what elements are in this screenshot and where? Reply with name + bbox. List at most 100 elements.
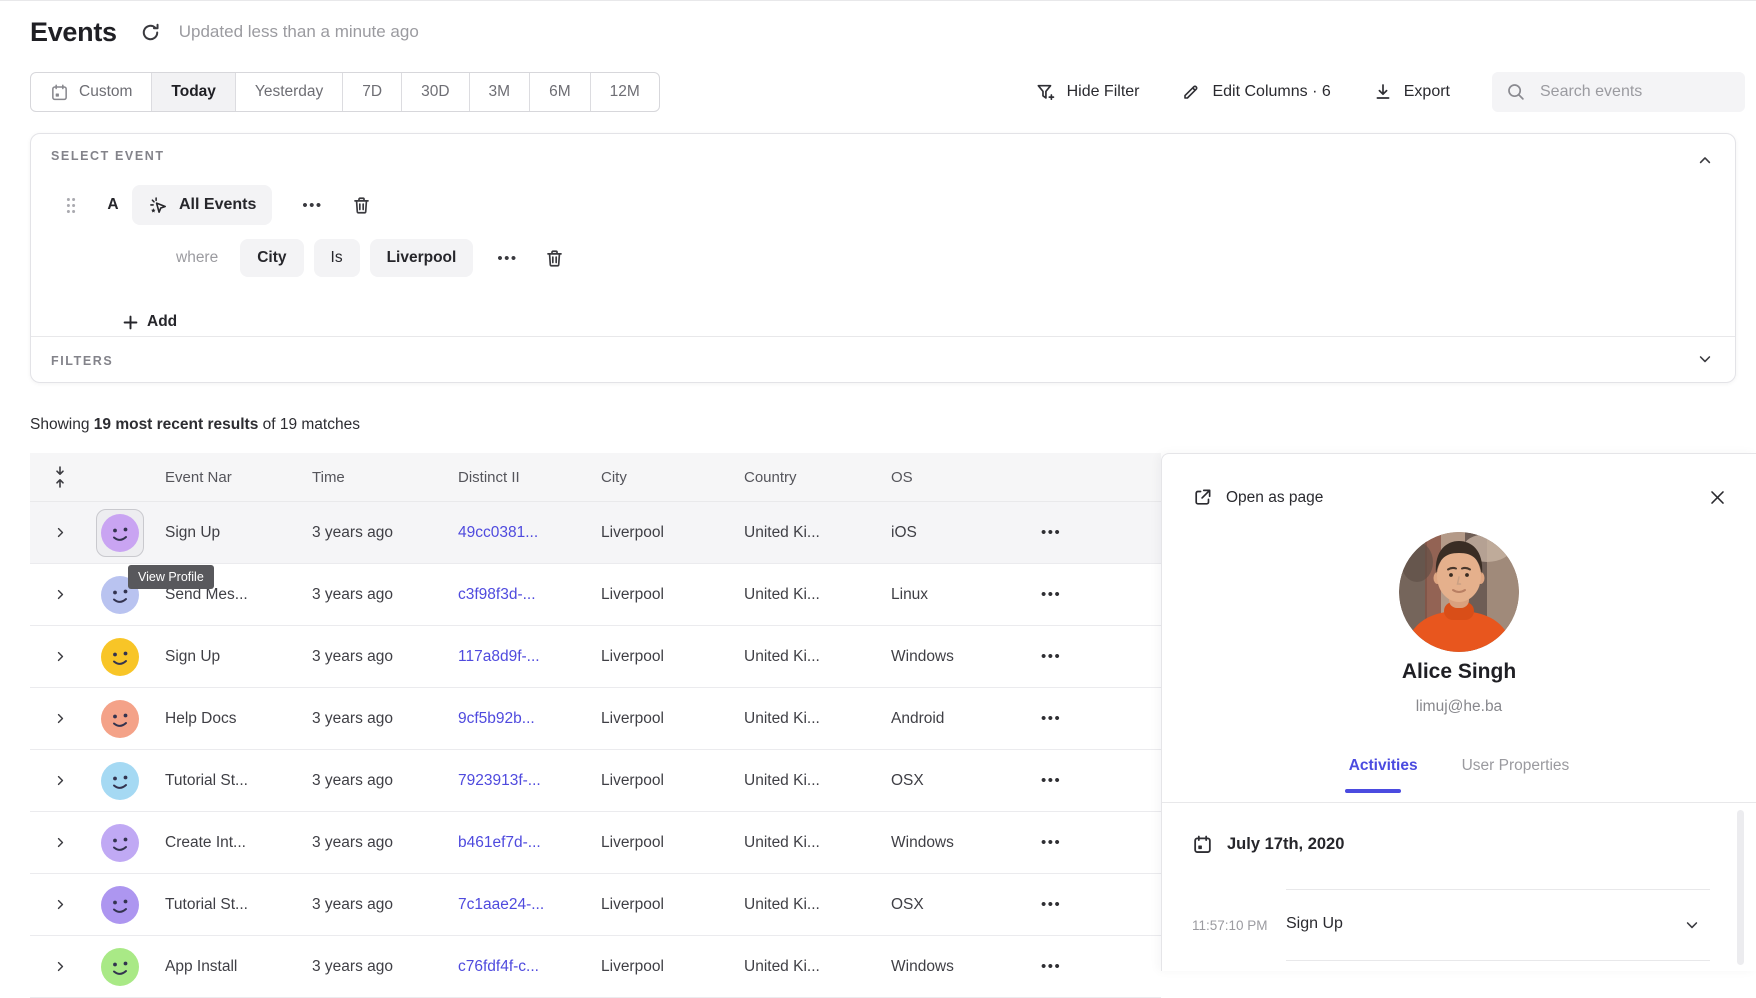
tab-3m[interactable]: 3M: [470, 73, 531, 111]
tab-label: 7D: [362, 83, 382, 101]
chevron-up-icon: [1697, 152, 1713, 168]
view-profile-tooltip: View Profile: [128, 565, 214, 589]
row-actions-button[interactable]: •••: [1026, 772, 1161, 789]
collapse-rows-icon[interactable]: [30, 466, 90, 488]
row-actions-button[interactable]: •••: [1026, 524, 1161, 541]
table-row[interactable]: App Install 3 years ago c76fdf4f-c... Li…: [30, 936, 1161, 998]
close-panel-button[interactable]: [1709, 489, 1726, 506]
distinct-id-link[interactable]: 7923913f-...: [443, 772, 586, 790]
operator-chip[interactable]: Is: [314, 239, 360, 277]
os-value: Windows: [876, 834, 1026, 852]
export-label: Export: [1404, 83, 1450, 101]
date-range-tabs: Custom Today Yesterday 7D 30D 3M 6M 12M: [30, 72, 660, 112]
column-header-os[interactable]: OS: [876, 469, 1026, 486]
value-chip[interactable]: Liverpool: [370, 239, 474, 277]
tab-custom[interactable]: Custom: [31, 73, 152, 111]
panel-tabs: Activities User Properties: [1162, 757, 1756, 775]
tab-7d[interactable]: 7D: [343, 73, 402, 111]
distinct-id-link[interactable]: 9cf5b92b...: [443, 710, 586, 728]
expand-row-icon[interactable]: [54, 712, 67, 725]
expand-row-icon[interactable]: [54, 960, 67, 973]
filters-section-toggle[interactable]: FILTERS: [31, 337, 1735, 382]
row-actions-button[interactable]: •••: [1026, 648, 1161, 665]
expand-row-icon[interactable]: [54, 836, 67, 849]
export-button[interactable]: Export: [1373, 82, 1450, 102]
expand-row-icon[interactable]: [54, 650, 67, 663]
user-avatar[interactable]: [101, 824, 139, 862]
expand-row-icon[interactable]: [54, 588, 67, 601]
column-header-city[interactable]: City: [586, 469, 729, 486]
row-actions-button[interactable]: •••: [1026, 710, 1161, 727]
row-actions-button[interactable]: •••: [1026, 834, 1161, 851]
column-header-distinct-id[interactable]: Distinct II: [443, 469, 586, 486]
tab-label: Custom: [79, 83, 132, 101]
delete-event-button[interactable]: [351, 195, 372, 216]
filter-builder-card: SELECT EVENT A All Events ••• where City…: [30, 133, 1736, 383]
divider: [1162, 802, 1756, 803]
expand-row-icon[interactable]: [54, 526, 67, 539]
distinct-id-link[interactable]: c3f98f3d-...: [443, 586, 586, 604]
activity-event-name[interactable]: Sign Up: [1286, 915, 1343, 933]
external-link-icon: [1192, 487, 1213, 508]
distinct-id-link[interactable]: 7c1aae24-...: [443, 896, 586, 914]
tab-activities[interactable]: Activities: [1349, 757, 1418, 775]
panel-scrollbar[interactable]: [1737, 810, 1744, 965]
tab-12m[interactable]: 12M: [591, 73, 659, 111]
add-button[interactable]: Add: [123, 307, 177, 337]
table-row[interactable]: Tutorial St... 3 years ago 7c1aae24-... …: [30, 874, 1161, 936]
os-value: Linux: [876, 586, 1026, 604]
tab-label: 12M: [610, 83, 640, 101]
country-value: United Ki...: [729, 586, 876, 604]
property-chip[interactable]: City: [240, 239, 303, 277]
table-row[interactable]: Create Int... 3 years ago b461ef7d-... L…: [30, 812, 1161, 874]
where-more-button[interactable]: •••: [497, 251, 517, 266]
tab-6m[interactable]: 6M: [530, 73, 591, 111]
row-actions-button[interactable]: •••: [1026, 958, 1161, 975]
city-value: Liverpool: [586, 772, 729, 790]
row-actions-button[interactable]: •••: [1026, 586, 1161, 603]
expand-row-icon[interactable]: [54, 774, 67, 787]
row-actions-button[interactable]: •••: [1026, 896, 1161, 913]
activity-row[interactable]: 11:57:10 PM Sign Up: [1162, 906, 1756, 946]
drag-handle-icon[interactable]: [66, 197, 76, 214]
search-box[interactable]: [1492, 72, 1745, 112]
open-as-page-button[interactable]: Open as page: [1192, 487, 1323, 508]
user-avatar[interactable]: [101, 948, 139, 986]
trash-icon: [351, 195, 372, 216]
city-value: Liverpool: [586, 958, 729, 976]
user-avatar[interactable]: [101, 638, 139, 676]
collapse-card-button[interactable]: [1697, 152, 1713, 168]
user-avatar[interactable]: [101, 886, 139, 924]
distinct-id-link[interactable]: 49cc0381...: [443, 524, 586, 542]
refresh-button[interactable]: [139, 20, 163, 44]
operator-chip-label: Is: [331, 249, 343, 267]
tab-today[interactable]: Today: [152, 73, 236, 111]
tab-user-properties[interactable]: User Properties: [1462, 757, 1570, 775]
event-selector-chip[interactable]: All Events: [132, 185, 272, 225]
table-row[interactable]: Help Docs 3 years ago 9cf5b92b... Liverp…: [30, 688, 1161, 750]
column-header-event-name[interactable]: Event Nar: [150, 469, 297, 486]
distinct-id-link[interactable]: b461ef7d-...: [443, 834, 586, 852]
controls-row: Custom Today Yesterday 7D 30D 3M 6M 12M …: [30, 72, 1745, 112]
user-avatar[interactable]: [101, 700, 139, 738]
column-header-country[interactable]: Country: [729, 469, 876, 486]
edit-columns-button[interactable]: Edit Columns · 6: [1181, 82, 1330, 102]
user-avatar[interactable]: [101, 762, 139, 800]
event-more-button[interactable]: •••: [302, 198, 322, 213]
table-row[interactable]: Sign Up 3 years ago 49cc0381... Liverpoo…: [30, 502, 1161, 564]
chevron-down-icon[interactable]: [1684, 917, 1700, 933]
search-input[interactable]: [1538, 82, 1731, 102]
event-time: 3 years ago: [297, 524, 443, 542]
user-avatar[interactable]: [101, 514, 139, 552]
tab-30d[interactable]: 30D: [402, 73, 469, 111]
delete-where-button[interactable]: [544, 248, 565, 269]
distinct-id-link[interactable]: c76fdf4f-c...: [443, 958, 586, 976]
table-row[interactable]: Sign Up 3 years ago 117a8d9f-... Liverpo…: [30, 626, 1161, 688]
results-highlight: 19 most recent results: [94, 416, 259, 433]
tab-yesterday[interactable]: Yesterday: [236, 73, 343, 111]
column-header-time[interactable]: Time: [297, 469, 443, 486]
table-row[interactable]: Tutorial St... 3 years ago 7923913f-... …: [30, 750, 1161, 812]
distinct-id-link[interactable]: 117a8d9f-...: [443, 648, 586, 666]
hide-filter-button[interactable]: Hide Filter: [1035, 82, 1140, 103]
expand-row-icon[interactable]: [54, 898, 67, 911]
